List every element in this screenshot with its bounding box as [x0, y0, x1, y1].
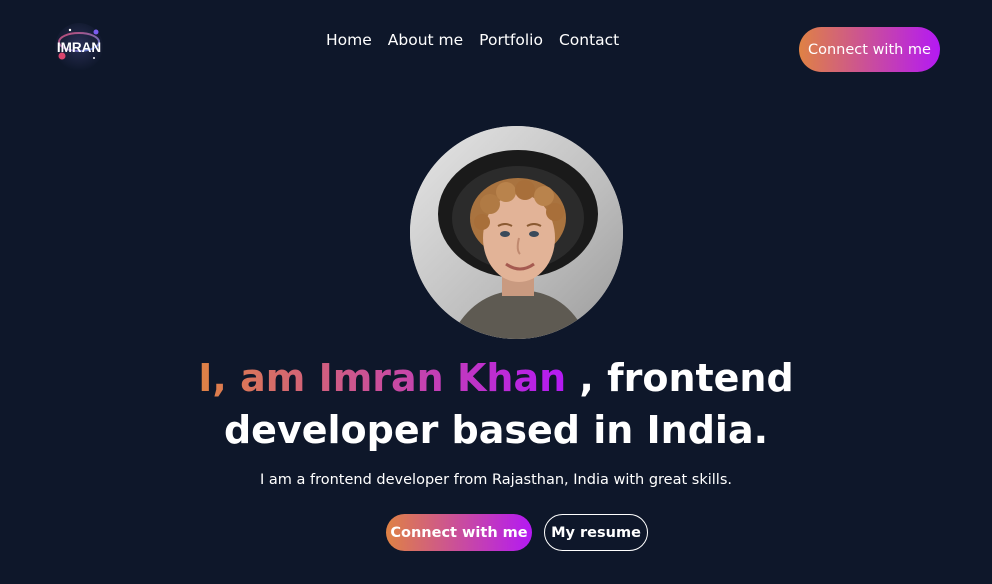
connect-button-header[interactable]: Connect with me	[799, 27, 940, 72]
nav-portfolio[interactable]: Portfolio	[479, 30, 543, 50]
page: IMRAN Home About me Portfolio Contact Co…	[0, 0, 992, 584]
main-nav: Home About me Portfolio Contact	[326, 30, 619, 50]
imran-logo-icon[interactable]: IMRAN	[50, 18, 108, 76]
hero-subtitle: I am a frontend developer from Rajasthan…	[260, 472, 732, 488]
connect-button[interactable]: Connect with me	[386, 514, 532, 551]
nav-contact[interactable]: Contact	[559, 30, 619, 50]
headline-line-1: I, am Imran Khan , frontend	[0, 352, 992, 404]
nav-home[interactable]: Home	[326, 30, 372, 50]
logo-text: IMRAN	[57, 40, 101, 55]
nav-about[interactable]: About me	[388, 30, 463, 50]
hero-headline: I, am Imran Khan , frontend developer ba…	[0, 352, 992, 456]
headline-rest: , frontend	[566, 356, 794, 400]
profile-photo	[410, 126, 623, 339]
headline-line-2: developer based in India.	[223, 408, 769, 452]
resume-button[interactable]: My resume	[544, 514, 648, 551]
hero-buttons: Connect with me My resume	[386, 514, 648, 551]
headline-highlight: I, am Imran Khan	[198, 356, 567, 400]
